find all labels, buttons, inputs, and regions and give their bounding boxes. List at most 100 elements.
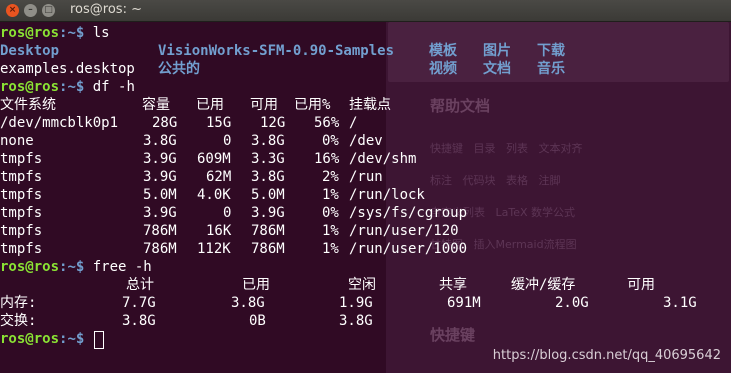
- free-header: 空闲: [348, 277, 376, 293]
- watermark-url: https://blog.csdn.net/qq_40695642: [492, 348, 721, 363]
- free-header: 缓冲/缓存: [511, 277, 576, 293]
- df-cell: /sys/fs/cgroup: [349, 205, 468, 221]
- df-cell: 0%: [322, 133, 339, 149]
- df-cell: tmpfs: [0, 151, 43, 167]
- prompt-path: :~$: [59, 331, 93, 347]
- ls-entry: VisionWorks-SFM-0.90-Samples: [158, 43, 395, 59]
- df-cell: 3.9G: [251, 205, 285, 221]
- df-header: 已用: [196, 97, 224, 113]
- window-title: ros@ros: ~: [70, 2, 142, 17]
- df-cell: none: [0, 133, 34, 149]
- df-cell: 5.0M: [143, 187, 177, 203]
- terminal-area[interactable]: 帮助文档 快捷键 目录 列表 文本对齐 标注 代码块 表格 注脚 自定义列表 L…: [0, 22, 731, 373]
- prompt-line-3: ros@ros:~$ free -h: [0, 258, 152, 276]
- free-cell: 0B: [249, 313, 266, 329]
- free-cell: 内存:: [0, 295, 37, 311]
- ls-entry: 音乐: [537, 61, 565, 77]
- title-bar: × – □ ros@ros: ~: [0, 0, 731, 22]
- df-cell: tmpfs: [0, 241, 43, 257]
- free-header: 总计: [126, 277, 154, 293]
- free-header: 可用: [627, 277, 655, 293]
- ls-entry: 模板: [429, 43, 457, 59]
- df-cell: 12G: [260, 115, 286, 131]
- df-cell: 3.3G: [251, 151, 285, 167]
- ls-entry: 文档: [483, 61, 511, 77]
- df-cell: 1%: [322, 187, 339, 203]
- prompt-user-host: ros@ros: [0, 25, 60, 41]
- df-cell: 3.9G: [143, 205, 177, 221]
- free-cell: 交换:: [0, 313, 37, 329]
- df-header: 容量: [142, 97, 170, 113]
- maximize-window-button[interactable]: □: [42, 4, 55, 17]
- df-cell: /: [349, 115, 358, 131]
- free-cell: 7.7G: [122, 295, 156, 311]
- df-header: 文件系统: [0, 97, 56, 113]
- prompt-path: :~$: [59, 79, 93, 95]
- df-cell: 62M: [206, 169, 232, 185]
- df-cell: /dev/mmcblk0p1: [0, 115, 119, 131]
- ls-entry: 公共的: [158, 61, 200, 77]
- free-cell: 691M: [447, 295, 481, 311]
- df-cell: 0: [223, 133, 232, 149]
- terminal-cursor: [94, 331, 104, 349]
- free-cell: 3.8G: [231, 295, 265, 311]
- df-cell: /run/lock: [349, 187, 425, 203]
- free-cell: 1.9G: [339, 295, 373, 311]
- df-cell: 3.8G: [251, 133, 285, 149]
- close-window-button[interactable]: ×: [6, 4, 19, 17]
- df-cell: 0%: [322, 205, 339, 221]
- df-cell: 1%: [322, 241, 339, 257]
- df-header: 可用: [250, 97, 278, 113]
- df-cell: tmpfs: [0, 223, 43, 239]
- df-cell: 609M: [197, 151, 231, 167]
- df-cell: tmpfs: [0, 187, 43, 203]
- ls-entry: 下载: [537, 43, 565, 59]
- df-header: 挂载点: [349, 97, 391, 113]
- minimize-window-button[interactable]: –: [24, 4, 37, 17]
- free-cell: 3.8G: [339, 313, 373, 329]
- command-text: df -h: [92, 79, 135, 95]
- df-cell: 786M: [251, 223, 285, 239]
- df-cell: 786M: [251, 241, 285, 257]
- df-cell: tmpfs: [0, 205, 43, 221]
- prompt-line-2: ros@ros:~$ df -h: [0, 78, 135, 96]
- df-cell: 3.9G: [143, 169, 177, 185]
- ls-entry: examples.desktop: [0, 61, 135, 77]
- df-cell: /run/user/1000: [349, 241, 468, 257]
- free-cell: 3.8G: [122, 313, 156, 329]
- command-text: free -h: [92, 259, 152, 275]
- prompt-user-host: ros@ros: [0, 259, 60, 275]
- df-cell: 112K: [197, 241, 231, 257]
- prompt-user-host: ros@ros: [0, 79, 60, 95]
- df-cell: 3.8G: [143, 133, 177, 149]
- ls-entry: 图片: [483, 43, 511, 59]
- free-header: 已用: [242, 277, 270, 293]
- free-header: 共享: [439, 277, 467, 293]
- free-cell: 3.1G: [663, 295, 697, 311]
- df-cell: 786M: [143, 241, 177, 257]
- df-cell: 2%: [322, 169, 339, 185]
- df-cell: 4.0K: [197, 187, 231, 203]
- ls-entry: Desktop: [0, 43, 60, 59]
- df-cell: 1%: [322, 223, 339, 239]
- df-cell: 16K: [206, 223, 232, 239]
- df-cell: 16%: [314, 151, 340, 167]
- df-cell: 56%: [314, 115, 340, 131]
- df-cell: tmpfs: [0, 169, 43, 185]
- df-cell: /run: [349, 169, 383, 185]
- prompt-line-4: ros@ros:~$: [0, 330, 93, 348]
- free-cell: 2.0G: [555, 295, 589, 311]
- df-cell: 15G: [206, 115, 232, 131]
- df-cell: /dev/shm: [349, 151, 417, 167]
- command-text: ls: [92, 25, 110, 41]
- df-cell: 786M: [143, 223, 177, 239]
- prompt-user-host: ros@ros: [0, 331, 60, 347]
- df-cell: 3.8G: [251, 169, 285, 185]
- df-cell: 0: [223, 205, 232, 221]
- df-cell: 28G: [152, 115, 178, 131]
- ls-entry: 视频: [429, 61, 457, 77]
- df-cell: /dev: [349, 133, 383, 149]
- prompt-path: :~$: [59, 25, 93, 41]
- df-cell: 3.9G: [143, 151, 177, 167]
- df-cell: 5.0M: [251, 187, 285, 203]
